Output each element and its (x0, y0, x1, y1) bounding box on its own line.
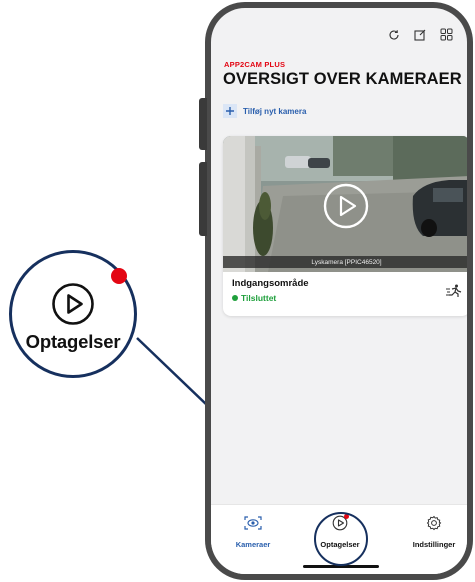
nav-label: Indstillinger (412, 540, 456, 549)
camera-card[interactable]: Lyskamera [PPIC46520] Indgangsområde Til… (223, 136, 467, 316)
status-dot-icon (232, 295, 238, 301)
nav-label: Kameraer (235, 540, 271, 549)
grid-icon[interactable] (440, 28, 453, 41)
nav-item-indstillinger[interactable]: Indstillinger (399, 515, 467, 549)
camera-status: Tilsluttet (232, 293, 276, 303)
camera-name: Indgangsområde (232, 278, 309, 289)
motion-detection-icon[interactable] (446, 284, 462, 303)
callout-label: Optagelser (25, 331, 121, 352)
phone-side-button (199, 98, 207, 150)
top-action-bar (388, 28, 453, 41)
camera-overlay-label: Lyskamera [PPIC46520] (223, 256, 467, 268)
play-circle-icon (50, 281, 96, 332)
edit-icon[interactable] (414, 29, 426, 41)
nav-item-kameraer[interactable]: Kameraer (218, 515, 288, 549)
camera-status-label: Tilsluttet (241, 293, 277, 303)
phone-frame: APP2CAM PLUS OVERSIGT OVER KAMERAER Tilf… (199, 2, 473, 580)
camera-video-preview[interactable]: Lyskamera [PPIC46520] (223, 136, 467, 272)
notification-badge (111, 268, 127, 284)
gear-icon (426, 515, 442, 536)
callout-magnifier: Optagelser (9, 250, 137, 378)
page-title: OVERSIGT OVER KAMERAER (223, 70, 462, 88)
refresh-icon[interactable] (388, 29, 400, 41)
camera-eye-icon (243, 515, 263, 536)
play-icon[interactable] (323, 183, 369, 234)
phone-side-button (199, 162, 207, 236)
brand-label: APP2CAM PLUS (224, 60, 286, 69)
callout-highlight-ring (314, 512, 368, 566)
add-camera-button[interactable]: Tilføj nyt kamera (223, 104, 306, 118)
app-screen: APP2CAM PLUS OVERSIGT OVER KAMERAER Tilf… (211, 8, 467, 574)
add-camera-label: Tilføj nyt kamera (243, 106, 307, 116)
plus-icon (223, 104, 237, 118)
